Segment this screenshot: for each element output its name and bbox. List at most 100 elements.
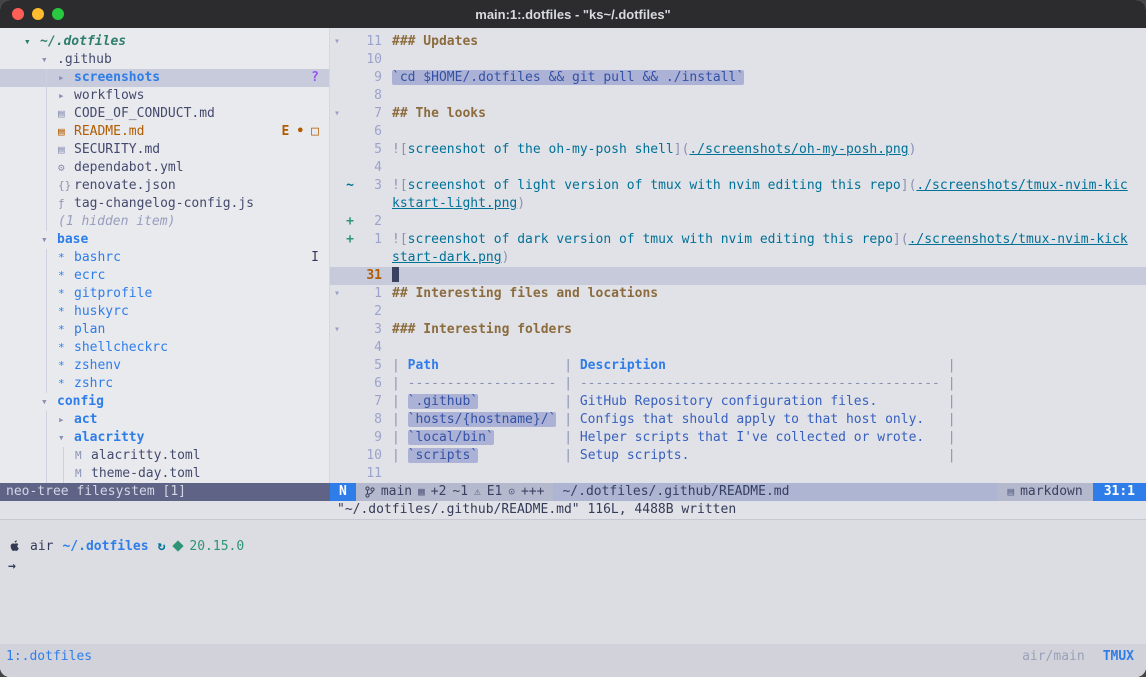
tree-row[interactable]: ▾base: [0, 231, 329, 249]
file-icon: *: [58, 267, 74, 285]
chevron-down-icon[interactable]: ▾: [41, 231, 57, 249]
tree-row[interactable]: ▾alacritty: [0, 429, 329, 447]
editor-line[interactable]: 4: [330, 339, 1146, 357]
editor-line[interactable]: 8: [330, 87, 1146, 105]
tree-row[interactable]: *bashrcI: [0, 249, 329, 267]
editor-line[interactable]: kstart-light.png): [330, 195, 1146, 213]
tree-label: (1 hidden item): [58, 213, 175, 231]
editor-line[interactable]: 31: [330, 267, 1146, 285]
tree-row[interactable]: ▾~/.dotfiles: [0, 33, 329, 51]
tree-row[interactable]: ▤README.mdE•□: [0, 123, 329, 141]
fold-column: [330, 339, 344, 357]
chevron-right-icon[interactable]: ▸: [58, 69, 74, 87]
line-text: ## The looks: [392, 105, 1146, 123]
editor-line[interactable]: 2: [330, 303, 1146, 321]
fold-icon[interactable]: ▾: [330, 105, 344, 123]
tree-row[interactable]: *zshrc: [0, 375, 329, 393]
chevron-down-icon[interactable]: ▾: [41, 393, 57, 411]
tree-row[interactable]: Malacritty.toml: [0, 447, 329, 465]
titlebar[interactable]: main:1:.dotfiles - "ks~/.dotfiles": [0, 0, 1146, 28]
chevron-right-icon[interactable]: ▸: [58, 87, 74, 105]
indent-guide: [46, 249, 47, 267]
fold-column: [330, 177, 344, 195]
line-number: 11: [356, 33, 382, 51]
chevron-down-icon[interactable]: ▾: [24, 33, 40, 51]
tree-row[interactable]: *huskyrc: [0, 303, 329, 321]
tmux-session: air/main: [1022, 649, 1085, 664]
file-icon: *: [58, 375, 74, 393]
editor-line[interactable]: 11: [330, 465, 1146, 483]
editor-line[interactable]: ▾ 1## Interesting files and locations: [330, 285, 1146, 303]
sign-column: [344, 447, 356, 465]
editor-line[interactable]: +2: [330, 213, 1146, 231]
indent-guide: [46, 159, 47, 177]
block-cursor: [392, 267, 399, 282]
extra-status-icon: ⊙: [508, 483, 515, 501]
tmux-window[interactable]: 1:.dotfiles: [6, 649, 92, 664]
editor-line[interactable]: 9`cd $HOME/.dotfiles && git pull && ./in…: [330, 69, 1146, 87]
prompt-cwd: ~/.dotfiles: [62, 539, 148, 554]
fold-column: [330, 465, 344, 483]
tree-row[interactable]: *zshenv: [0, 357, 329, 375]
tree-row[interactable]: *plan: [0, 321, 329, 339]
tree-row[interactable]: Mtheme-day.toml: [0, 465, 329, 483]
editor-line[interactable]: ▾ 3### Interesting folders: [330, 321, 1146, 339]
editor-pane[interactable]: ▾ 11### Updates 10 9`cd $HOME/.dotfiles …: [330, 28, 1146, 483]
editor-line[interactable]: +1![screenshot of dark version of tmux w…: [330, 231, 1146, 249]
editor-line[interactable]: 10: [330, 51, 1146, 69]
file-icon: M: [75, 465, 91, 483]
editor-line[interactable]: 7| `.github` | GitHub Repository configu…: [330, 393, 1146, 411]
tree-row[interactable]: ▤SECURITY.md: [0, 141, 329, 159]
tree-row[interactable]: ▸act: [0, 411, 329, 429]
tree-row[interactable]: (1 hidden item): [0, 213, 329, 231]
neo-tree-panel[interactable]: ▾~/.dotfiles▾.github▸screenshots?▸workfl…: [0, 28, 330, 483]
editor-line[interactable]: 6| ------------------- | ---------------…: [330, 375, 1146, 393]
editor-line[interactable]: 8| `hosts/{hostname}/` | Configs that sh…: [330, 411, 1146, 429]
tree-row[interactable]: ▾.github: [0, 51, 329, 69]
ibeam-cursor-mark: I: [311, 249, 319, 267]
sign-column: [344, 303, 356, 321]
close-button[interactable]: [12, 8, 24, 20]
file-icon: ƒ: [58, 195, 74, 213]
minimize-button[interactable]: [32, 8, 44, 20]
chevron-down-icon[interactable]: ▾: [58, 429, 74, 447]
tree-row[interactable]: *ecrc: [0, 267, 329, 285]
tree-row[interactable]: ▸workflows: [0, 87, 329, 105]
git-sign: ~: [344, 177, 356, 195]
editor-line[interactable]: 5| Path | Description |: [330, 357, 1146, 375]
tree-label: dependabot.yml: [74, 159, 184, 177]
editor-line[interactable]: start-dark.png): [330, 249, 1146, 267]
tree-row[interactable]: {}renovate.json: [0, 177, 329, 195]
fold-icon[interactable]: ▾: [330, 285, 344, 303]
editor-line[interactable]: 5![screenshot of the oh-my-posh shell](.…: [330, 141, 1146, 159]
status-row: neo-tree filesystem [1] N main ▦ +2 ~1 ⚠…: [0, 483, 1146, 501]
fold-icon[interactable]: ▾: [330, 321, 344, 339]
indent-guide: [46, 69, 47, 87]
modified-dot-mark: •: [296, 123, 304, 141]
chevron-right-icon[interactable]: ▸: [58, 411, 74, 429]
fold-column: [330, 141, 344, 159]
fold-column: [330, 393, 344, 411]
tree-row[interactable]: ▤CODE_OF_CONDUCT.md: [0, 105, 329, 123]
line-number: 2: [356, 303, 382, 321]
tree-row[interactable]: ƒtag-changelog-config.js: [0, 195, 329, 213]
chevron-down-icon[interactable]: ▾: [41, 51, 57, 69]
editor-line[interactable]: 9| `local/bin` | Helper scripts that I'v…: [330, 429, 1146, 447]
editor-line[interactable]: 10| `scripts` | Setup scripts. |: [330, 447, 1146, 465]
editor-line[interactable]: 6: [330, 123, 1146, 141]
line-text: ![screenshot of light version of tmux wi…: [392, 177, 1146, 195]
editor-line[interactable]: ▾ 11### Updates: [330, 33, 1146, 51]
fold-icon[interactable]: ▾: [330, 33, 344, 51]
editor-line[interactable]: ~3![screenshot of light version of tmux …: [330, 177, 1146, 195]
zoom-button[interactable]: [52, 8, 64, 20]
editor-line[interactable]: ▾ 7## The looks: [330, 105, 1146, 123]
tree-row[interactable]: *gitprofile: [0, 285, 329, 303]
tree-row[interactable]: ▾config: [0, 393, 329, 411]
apple-icon: [8, 539, 21, 553]
line-number: [356, 195, 382, 213]
tree-row[interactable]: ⚙dependabot.yml: [0, 159, 329, 177]
tree-row[interactable]: *shellcheckrc: [0, 339, 329, 357]
shell-pane[interactable]: air ~/.dotfiles ↻ 20.15.0 → 1:.dotfiles …: [0, 519, 1146, 677]
tree-row[interactable]: ▸screenshots?: [0, 69, 329, 87]
editor-line[interactable]: 4: [330, 159, 1146, 177]
